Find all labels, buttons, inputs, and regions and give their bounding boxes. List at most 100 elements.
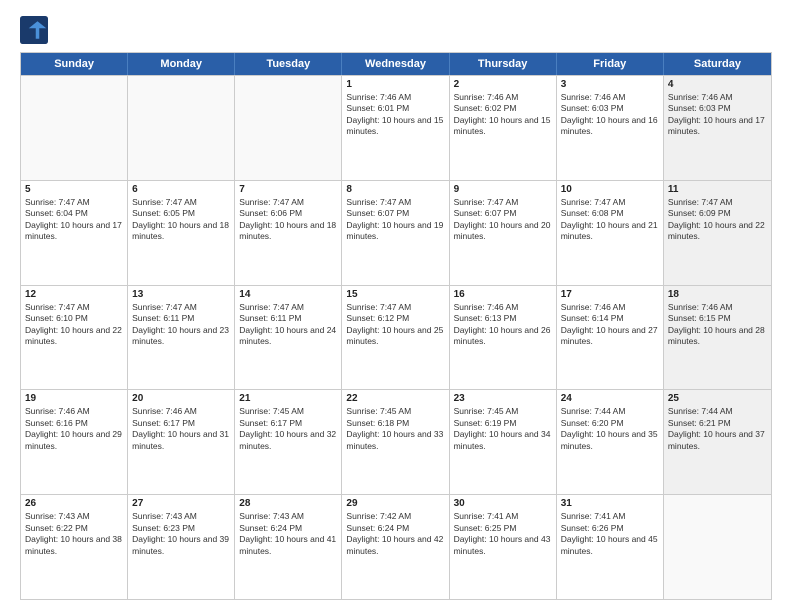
cal-cell-16: 16Sunrise: 7:46 AMSunset: 6:13 PMDayligh… [450,286,557,390]
daylight-text: Daylight: 10 hours and 31 minutes. [132,429,230,452]
daylight-text: Daylight: 10 hours and 24 minutes. [239,325,337,348]
sunrise-text: Sunrise: 7:46 AM [346,92,444,103]
page: SundayMondayTuesdayWednesdayThursdayFrid… [0,0,792,612]
sunset-text: Sunset: 6:02 PM [454,103,552,114]
sunset-text: Sunset: 6:08 PM [561,208,659,219]
daylight-text: Daylight: 10 hours and 15 minutes. [346,115,444,138]
cal-cell-22: 22Sunrise: 7:45 AMSunset: 6:18 PMDayligh… [342,390,449,494]
sunset-text: Sunset: 6:14 PM [561,313,659,324]
day-number: 2 [454,79,552,90]
sunset-text: Sunset: 6:12 PM [346,313,444,324]
cal-cell-12: 12Sunrise: 7:47 AMSunset: 6:10 PMDayligh… [21,286,128,390]
sunrise-text: Sunrise: 7:46 AM [132,406,230,417]
sunrise-text: Sunrise: 7:46 AM [561,92,659,103]
sunset-text: Sunset: 6:11 PM [132,313,230,324]
sunrise-text: Sunrise: 7:43 AM [25,511,123,522]
day-number: 4 [668,79,767,90]
cal-cell-20: 20Sunrise: 7:46 AMSunset: 6:17 PMDayligh… [128,390,235,494]
header-cell-monday: Monday [128,53,235,75]
sunrise-text: Sunrise: 7:41 AM [561,511,659,522]
sunset-text: Sunset: 6:06 PM [239,208,337,219]
cal-cell-11: 11Sunrise: 7:47 AMSunset: 6:09 PMDayligh… [664,181,771,285]
daylight-text: Daylight: 10 hours and 38 minutes. [25,534,123,557]
sunrise-text: Sunrise: 7:46 AM [454,92,552,103]
daylight-text: Daylight: 10 hours and 17 minutes. [668,115,767,138]
daylight-text: Daylight: 10 hours and 22 minutes. [668,220,767,243]
calendar-header: SundayMondayTuesdayWednesdayThursdayFrid… [21,53,771,75]
sunset-text: Sunset: 6:25 PM [454,523,552,534]
sunset-text: Sunset: 6:03 PM [668,103,767,114]
cal-cell-4: 4 Sunrise: 7:46 AMSunset: 6:03 PMDaylight… [664,76,771,180]
day-number: 30 [454,498,552,509]
day-number: 17 [561,289,659,300]
day-number: 25 [668,393,767,404]
sunset-text: Sunset: 6:15 PM [668,313,767,324]
daylight-text: Daylight: 10 hours and 22 minutes. [25,325,123,348]
header-cell-sunday: Sunday [21,53,128,75]
sunset-text: Sunset: 6:17 PM [132,418,230,429]
cal-cell-19: 19Sunrise: 7:46 AMSunset: 6:16 PMDayligh… [21,390,128,494]
daylight-text: Daylight: 10 hours and 32 minutes. [239,429,337,452]
calendar-row-1: 1Sunrise: 7:46 AMSunset: 6:01 PMDaylight… [21,75,771,180]
day-number: 14 [239,289,337,300]
sunrise-text: Sunrise: 7:42 AM [346,511,444,522]
cal-cell-31: 31Sunrise: 7:41 AMSunset: 6:26 PMDayligh… [557,495,664,599]
cal-cell-21: 21Sunrise: 7:45 AMSunset: 6:17 PMDayligh… [235,390,342,494]
day-number: 21 [239,393,337,404]
cal-cell-6: 6Sunrise: 7:47 AMSunset: 6:05 PMDaylight… [128,181,235,285]
sunset-text: Sunset: 6:07 PM [454,208,552,219]
sunrise-text: Sunrise: 7:46 AM [561,302,659,313]
daylight-text: Daylight: 10 hours and 28 minutes. [668,325,767,348]
day-number: 13 [132,289,230,300]
day-number: 27 [132,498,230,509]
sunrise-text: Sunrise: 7:46 AM [668,92,767,103]
daylight-text: Daylight: 10 hours and 27 minutes. [561,325,659,348]
daylight-text: Daylight: 10 hours and 20 minutes. [454,220,552,243]
header-cell-wednesday: Wednesday [342,53,449,75]
sunrise-text: Sunrise: 7:46 AM [25,406,123,417]
day-number: 26 [25,498,123,509]
sunrise-text: Sunrise: 7:47 AM [346,197,444,208]
sunrise-text: Sunrise: 7:47 AM [25,197,123,208]
day-number: 29 [346,498,444,509]
daylight-text: Daylight: 10 hours and 43 minutes. [454,534,552,557]
day-number: 12 [25,289,123,300]
sunset-text: Sunset: 6:20 PM [561,418,659,429]
sunset-text: Sunset: 6:07 PM [346,208,444,219]
sunrise-text: Sunrise: 7:45 AM [454,406,552,417]
cal-cell-9: 9Sunrise: 7:47 AMSunset: 6:07 PMDaylight… [450,181,557,285]
header [20,16,772,44]
day-number: 23 [454,393,552,404]
daylight-text: Daylight: 10 hours and 33 minutes. [346,429,444,452]
header-cell-saturday: Saturday [664,53,771,75]
daylight-text: Daylight: 10 hours and 21 minutes. [561,220,659,243]
sunset-text: Sunset: 6:13 PM [454,313,552,324]
daylight-text: Daylight: 10 hours and 34 minutes. [454,429,552,452]
sunrise-text: Sunrise: 7:47 AM [132,197,230,208]
logo [20,16,52,44]
cal-cell-30: 30Sunrise: 7:41 AMSunset: 6:25 PMDayligh… [450,495,557,599]
cal-cell-3: 3Sunrise: 7:46 AMSunset: 6:03 PMDaylight… [557,76,664,180]
day-number: 31 [561,498,659,509]
cal-cell-2: 2Sunrise: 7:46 AMSunset: 6:02 PMDaylight… [450,76,557,180]
calendar-row-3: 12Sunrise: 7:47 AMSunset: 6:10 PMDayligh… [21,285,771,390]
daylight-text: Daylight: 10 hours and 35 minutes. [561,429,659,452]
day-number: 24 [561,393,659,404]
sunrise-text: Sunrise: 7:47 AM [132,302,230,313]
cal-cell-15: 15Sunrise: 7:47 AMSunset: 6:12 PMDayligh… [342,286,449,390]
daylight-text: Daylight: 10 hours and 42 minutes. [346,534,444,557]
calendar-row-2: 5Sunrise: 7:47 AMSunset: 6:04 PMDaylight… [21,180,771,285]
sunset-text: Sunset: 6:04 PM [25,208,123,219]
cal-cell-empty-0-2 [235,76,342,180]
day-number: 3 [561,79,659,90]
sunset-text: Sunset: 6:18 PM [346,418,444,429]
sunrise-text: Sunrise: 7:47 AM [25,302,123,313]
daylight-text: Daylight: 10 hours and 23 minutes. [132,325,230,348]
sunrise-text: Sunrise: 7:47 AM [239,302,337,313]
sunset-text: Sunset: 6:22 PM [25,523,123,534]
day-number: 5 [25,184,123,195]
sunrise-text: Sunrise: 7:47 AM [346,302,444,313]
daylight-text: Daylight: 10 hours and 29 minutes. [25,429,123,452]
cal-cell-26: 26 Sunrise: 7:43 AMSunset: 6:22 PMDayligh… [21,495,128,599]
header-cell-thursday: Thursday [450,53,557,75]
